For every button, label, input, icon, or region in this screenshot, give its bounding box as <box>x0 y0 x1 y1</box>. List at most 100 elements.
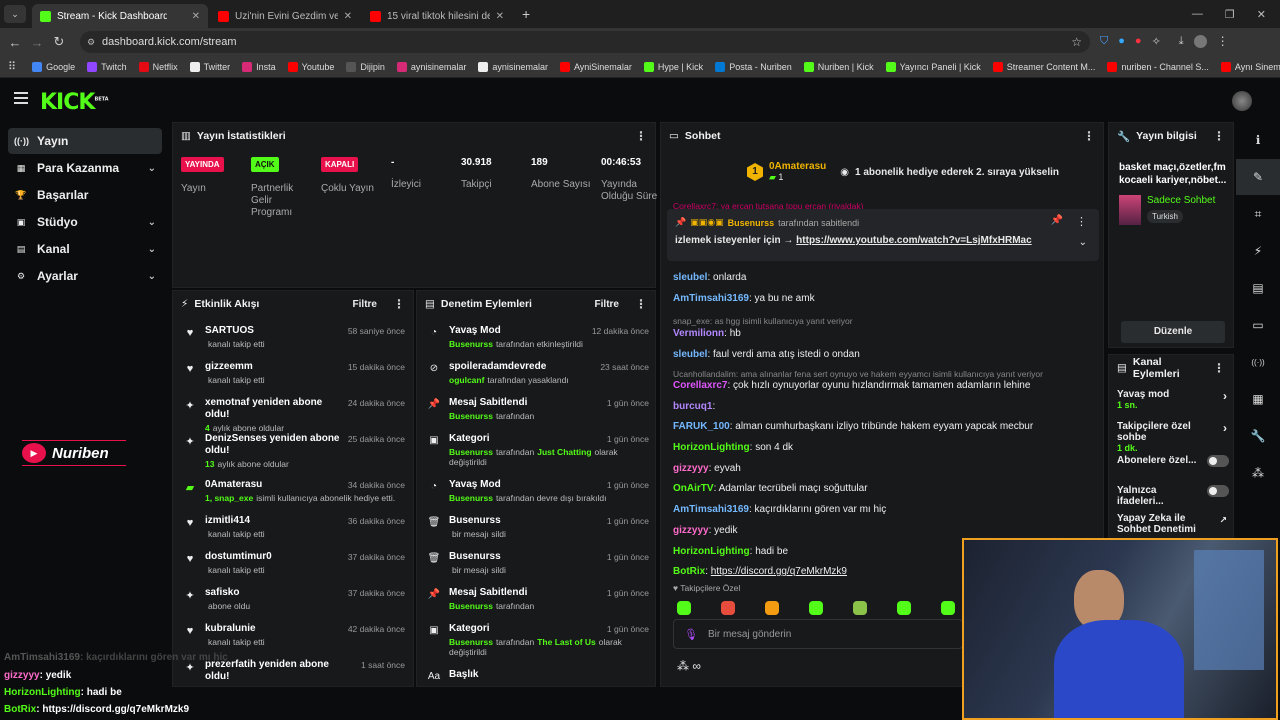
channel-action-item[interactable]: Takipçilere özel sohbe 1 dk. › <box>1117 421 1229 454</box>
chat-message[interactable]: gizzyyy: eyvah <box>673 463 741 474</box>
clipboard-icon[interactable]: ▤ <box>1236 270 1280 306</box>
unpin-icon[interactable]: 📌 <box>1051 215 1063 226</box>
activity-more-icon[interactable]: ⋮ <box>393 297 405 311</box>
bookmark-item[interactable]: Streamer Content M... <box>987 61 1102 72</box>
bookmark-item[interactable]: aynisinemalar <box>472 61 554 72</box>
chat-username[interactable]: AmTimsahi3169 <box>673 504 749 515</box>
toggle-switch[interactable] <box>1207 485 1229 497</box>
back-icon[interactable]: ← <box>4 35 26 50</box>
moderation-event-title[interactable]: Kategori <box>449 623 589 635</box>
chat-username[interactable]: FARUK_100 <box>673 421 730 432</box>
chat-username[interactable]: sleubel <box>673 349 707 360</box>
moderation-actor[interactable]: Busenurss <box>449 493 493 503</box>
chevron-right-icon[interactable]: › <box>1223 390 1227 402</box>
chat-username[interactable]: BotRix <box>673 566 705 577</box>
pinned-expand-icon[interactable]: ⌄ <box>1079 237 1087 248</box>
activity-event-title[interactable]: xemotnaf yeniden abone oldu! <box>205 397 345 421</box>
layout-icon[interactable]: ▦ <box>1236 381 1280 417</box>
lightning-icon[interactable]: ⚡ <box>1236 233 1280 269</box>
chat-input[interactable]: 🎙 Bir mesaj gönderin <box>673 619 963 649</box>
chevron-down-icon[interactable]: ⌄ <box>148 244 156 255</box>
chat-text[interactable]: https://discord.gg/q7eMkrMzk9 <box>711 566 847 577</box>
channel-action-item[interactable]: Yavaş mod 1 sn. › <box>1117 389 1229 411</box>
bookmark-item[interactable]: Insta <box>236 61 282 72</box>
browser-tab[interactable]: Uzi'nin Evini Gezdim ve Kurbağ ✕ <box>210 4 360 28</box>
bookmark-item[interactable]: Aynı Sinemalar - Ça... <box>1215 61 1280 72</box>
stats-more-icon[interactable]: ⋮ <box>635 129 647 143</box>
bookmark-item[interactable]: Posta - Nuriben <box>709 61 798 72</box>
bookmark-item[interactable]: Nuriben | Kick <box>798 61 880 72</box>
sidebar-item-ayarlar[interactable]: ⚙ Ayarlar ⌄ <box>8 263 162 289</box>
emote-icon[interactable] <box>721 601 735 615</box>
chat-message[interactable]: gizzyyy: yedik <box>673 525 738 536</box>
gift-top-user[interactable]: 0Amaterasu <box>769 161 826 172</box>
microphone-icon[interactable]: 🎙 <box>684 628 698 641</box>
user-avatar[interactable] <box>1232 91 1252 111</box>
bookmark-item[interactable]: Yayıncı Paneli | Kick <box>880 61 987 72</box>
extension-red-icon[interactable]: ● <box>1135 35 1142 47</box>
reload-icon[interactable]: ↻ <box>48 34 70 50</box>
emote-icon[interactable] <box>941 601 955 615</box>
chat-username[interactable]: Vermilionn <box>673 328 724 339</box>
chat-message[interactable]: OnAirTV: Adamlar tecrübeli maçı soğuttul… <box>673 483 868 494</box>
moderation-actor[interactable]: Busenurss <box>449 601 493 611</box>
channel-action-item[interactable]: Abonelere özel... <box>1117 455 1229 467</box>
moderation-event-title[interactable]: Kategori <box>449 433 589 445</box>
activity-filter-button[interactable]: Filtre <box>353 299 377 310</box>
moderation-event-title[interactable]: Başlık <box>449 669 589 681</box>
activity-event-title[interactable]: dostumtimur0 <box>205 551 345 563</box>
new-tab-button[interactable]: + <box>522 6 530 22</box>
sidebar-item-stüdyo[interactable]: ▣ Stüdyo ⌄ <box>8 209 162 235</box>
bookmark-item[interactable]: nuriben - Channel S... <box>1101 61 1215 72</box>
downloads-icon[interactable]: ⤓ <box>1179 35 1184 48</box>
sidebar-item-yayın[interactable]: ((·)) Yayın <box>8 128 162 154</box>
emote-icon[interactable] <box>765 601 779 615</box>
chat-settings-icon[interactable]: ⁂ ∞ <box>677 659 701 673</box>
moderation-actor[interactable]: Busenurss <box>449 339 493 349</box>
moderation-actor[interactable]: Busenurss <box>449 411 493 421</box>
tab-search-icon[interactable]: ⌄ <box>4 5 26 23</box>
chat-username[interactable]: Corellaxrc7 <box>673 380 727 391</box>
info-icon[interactable]: ℹ <box>1236 122 1280 158</box>
channel-actions-more-icon[interactable]: ⋮ <box>1213 361 1225 375</box>
wrench-icon[interactable]: 🔧 <box>1236 418 1280 454</box>
chat-message[interactable]: sleubel: onlarda <box>673 272 746 283</box>
activity-event-title[interactable]: kubralunie <box>205 623 345 635</box>
chat-username[interactable]: gizzyyy <box>673 525 709 536</box>
browser-menu-icon[interactable]: ⋮ <box>1217 34 1229 48</box>
profile-avatar-icon[interactable] <box>1193 34 1207 48</box>
bookmark-item[interactable]: Netflix <box>133 61 184 72</box>
moderation-event-title[interactable]: Mesaj Sabitlendi <box>449 587 589 599</box>
toggle-switch[interactable] <box>1207 455 1229 467</box>
chat-message[interactable]: HorizonLighting: hadi be <box>673 546 788 557</box>
chat-message[interactable]: HorizonLighting: son 4 dk <box>673 442 793 453</box>
chat-message[interactable]: Corellaxrc7: çok hızlı oynuyorlar oyunu … <box>673 380 1030 391</box>
chevron-right-icon[interactable]: › <box>1223 422 1227 434</box>
minimize-icon[interactable]: — <box>1192 8 1203 20</box>
chat-username[interactable]: gizzyyy <box>673 463 709 474</box>
chat-message[interactable]: Vermilionn: hb <box>673 328 741 339</box>
emote-icon[interactable] <box>853 601 867 615</box>
emote-icon[interactable] <box>809 601 823 615</box>
extension-shield-icon[interactable]: ⛉ <box>1100 35 1108 48</box>
hamburger-menu-icon[interactable] <box>14 92 28 104</box>
moderation-more-icon[interactable]: ⋮ <box>635 297 647 311</box>
bookmark-item[interactable]: Hype | Kick <box>638 61 709 72</box>
channel-action-item[interactable]: Yapay Zeka ile Sohbet Denetimi ↗ <box>1117 513 1229 535</box>
stream-category[interactable]: Sadece Sohbet <box>1147 195 1215 206</box>
moderation-actor[interactable]: Busenurss <box>449 447 493 457</box>
chat-username[interactable]: OnAirTV <box>673 483 714 494</box>
bookmark-item[interactable]: aynisinemalar <box>391 61 473 72</box>
tab-close-icon[interactable]: ✕ <box>496 11 504 22</box>
chat-username[interactable]: sleubel <box>673 272 707 283</box>
stream-info-more-icon[interactable]: ⋮ <box>1213 129 1225 143</box>
chat-message[interactable]: burcuq1: <box>673 401 715 412</box>
crop-icon[interactable]: ⌗ <box>1236 196 1280 232</box>
chat-message[interactable]: AmTimsahi3169: ya bu ne amk <box>673 293 815 304</box>
broadcast-icon[interactable]: ((·)) <box>1236 344 1280 380</box>
kick-logo[interactable]: KICKBETA <box>40 90 109 115</box>
sidebar-item-kanal[interactable]: ▤ Kanal ⌄ <box>8 236 162 262</box>
activity-event-title[interactable]: gizzeemm <box>205 361 345 373</box>
chevron-down-icon[interactable]: ⌄ <box>148 217 156 228</box>
chat-message[interactable]: sleubel: faul verdi ama atış istedi o on… <box>673 349 860 360</box>
